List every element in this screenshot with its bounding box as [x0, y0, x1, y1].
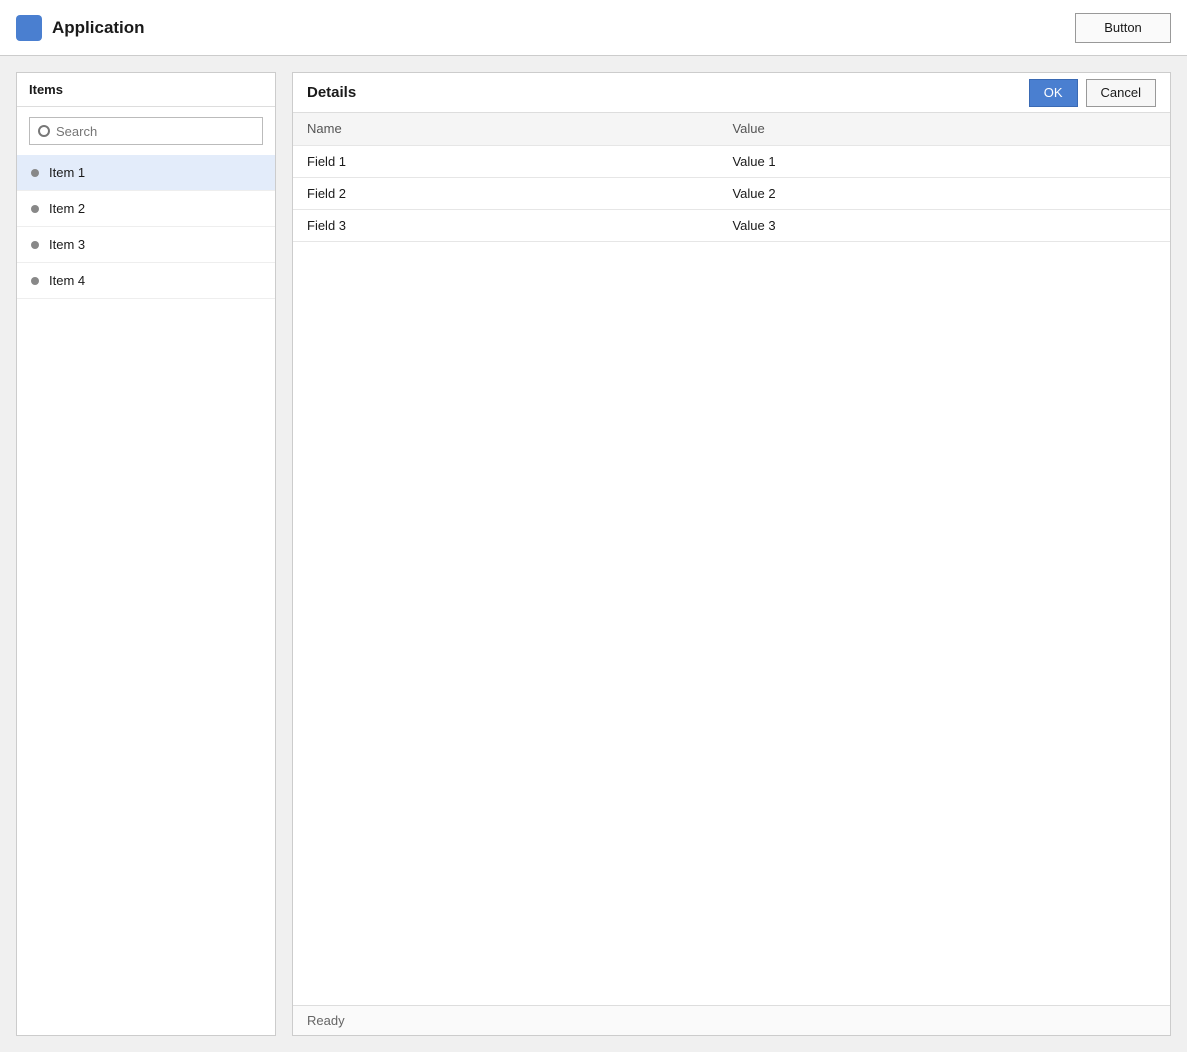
details-table: Name Value Field 1 Value 1 Field 2 Value… — [293, 113, 1170, 242]
main-content: Details OK Cancel Name Value Field 1 Val… — [292, 72, 1171, 1036]
table-cell: Field 1 — [293, 145, 719, 178]
app-logo-icon — [16, 14, 42, 41]
content-heading: Details — [307, 84, 357, 101]
table-row[interactable]: Field 3 Value 3 — [293, 209, 1170, 242]
sidebar-item-label: Item 3 — [49, 237, 86, 252]
sidebar-heading: Items — [17, 73, 275, 107]
table-row[interactable]: Field 1 Value 1 — [293, 145, 1170, 178]
table-cell: Value 1 — [718, 145, 1170, 178]
search-box — [29, 117, 263, 145]
table-cell: Field 3 — [293, 209, 719, 242]
app-title: Application — [52, 17, 145, 37]
sidebar-item-label: Item 1 — [49, 165, 86, 180]
app-header: Application Button — [0, 0, 1187, 56]
sidebar-item[interactable]: Item 3 — [17, 227, 275, 263]
item-bullet-icon — [31, 240, 39, 249]
cancel-button[interactable]: Cancel — [1085, 78, 1156, 107]
sidebar-item-label: Item 2 — [49, 201, 86, 216]
item-bullet-icon — [31, 204, 39, 213]
ok-button[interactable]: OK — [1028, 78, 1078, 107]
sidebar-item[interactable]: Item 4 — [17, 263, 275, 299]
table-row[interactable]: Field 2 Value 2 — [293, 177, 1170, 210]
status-bar: Ready — [293, 1005, 1170, 1035]
column-header[interactable]: Value — [718, 113, 1170, 146]
sidebar-item[interactable]: Item 2 — [17, 191, 275, 227]
table-cell: Field 2 — [293, 177, 719, 210]
table-header-row: Name Value — [293, 113, 1170, 146]
sidebar-item[interactable]: Item 1 — [17, 155, 275, 191]
column-header[interactable]: Name — [293, 113, 719, 146]
sidebar: Items Item 1 Item 2 Item 3 Item 4 — [16, 72, 276, 1036]
table-cell: Value 2 — [718, 177, 1170, 210]
header-button[interactable]: Button — [1075, 12, 1171, 43]
content-header: Details OK Cancel — [293, 73, 1170, 113]
search-input[interactable] — [56, 123, 254, 139]
search-icon — [38, 125, 50, 137]
item-bullet-icon — [31, 276, 39, 285]
table-cell: Value 3 — [718, 209, 1170, 242]
item-bullet-icon — [31, 168, 39, 177]
sidebar-item-label: Item 4 — [49, 273, 86, 288]
